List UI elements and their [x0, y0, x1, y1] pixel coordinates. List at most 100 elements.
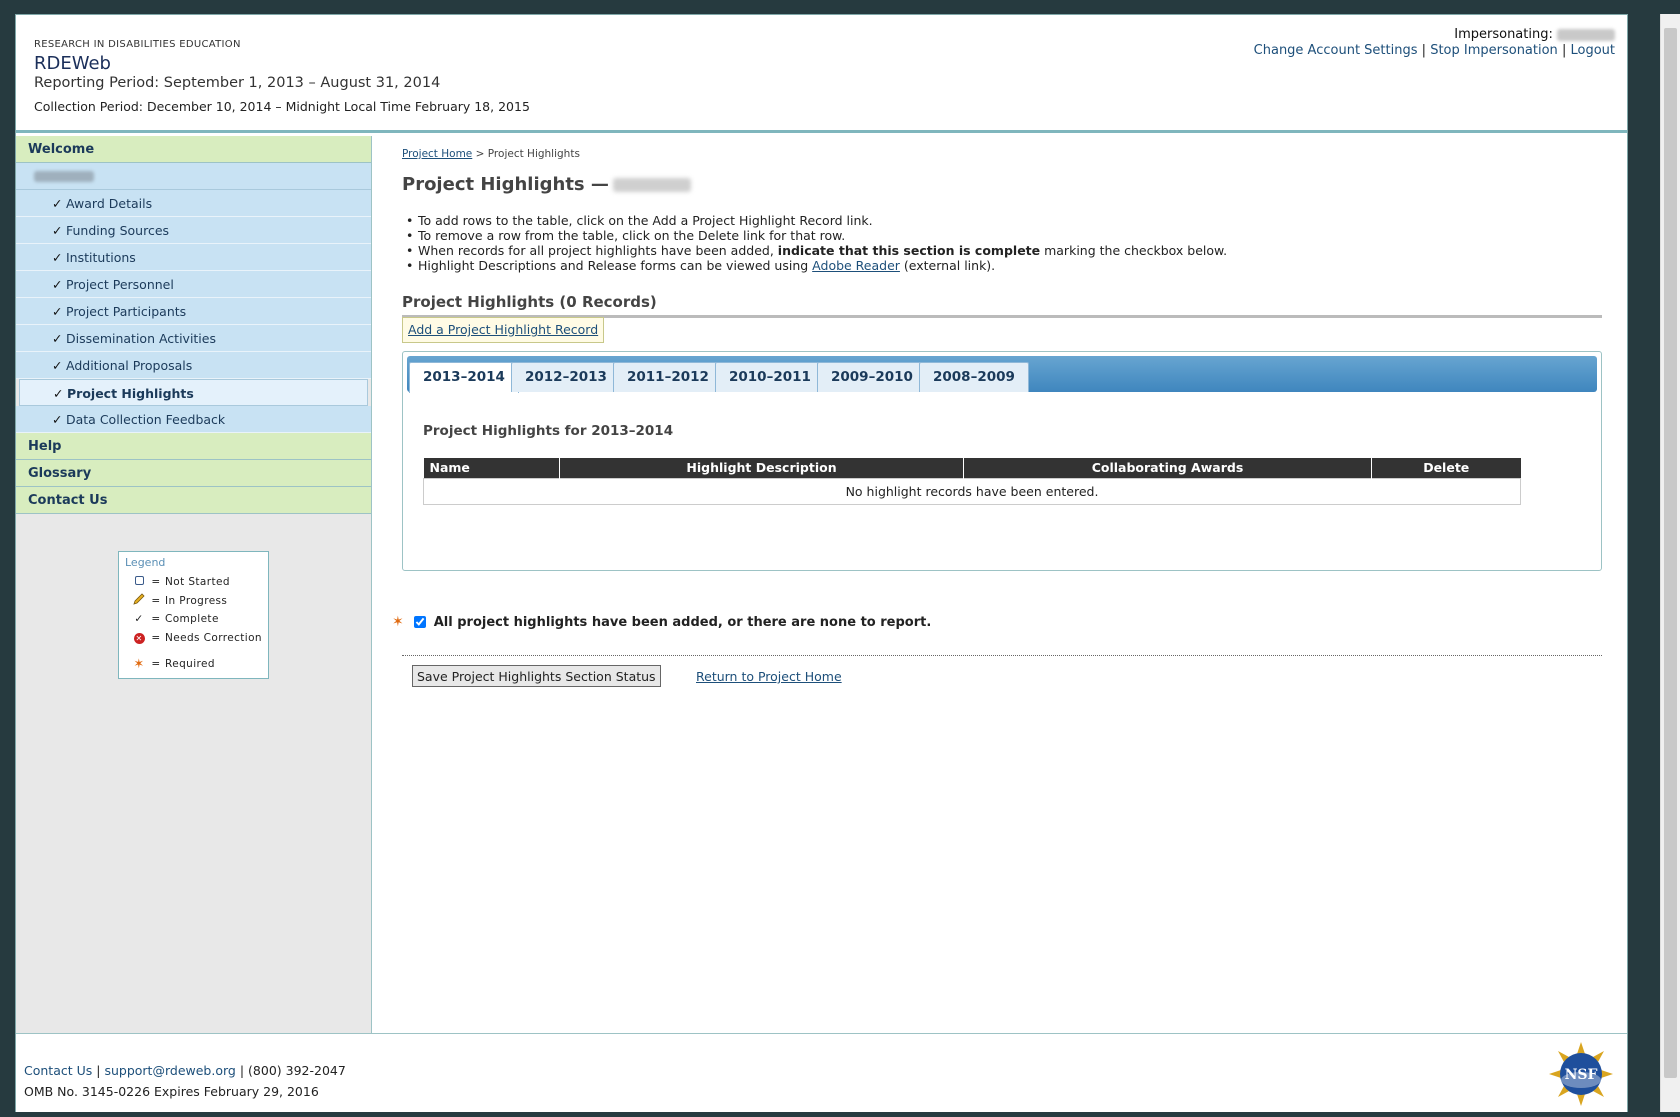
legend-in-progress: = In Progress	[125, 592, 262, 611]
column-header-highlight-description: Highlight Description	[559, 458, 964, 478]
empty-square-icon	[131, 576, 147, 588]
nav-item-data-collection-feedback[interactable]: ✓ Data Collection Feedback	[16, 406, 371, 433]
nav-project-redacted[interactable]	[16, 163, 371, 190]
legend-eq: =	[151, 658, 161, 671]
legend-label: Needs Correction	[165, 631, 262, 644]
collection-period: Collection Period: December 10, 2014 – M…	[34, 99, 530, 114]
breadcrumb-project-home[interactable]: Project Home	[402, 148, 472, 160]
instruction-item: To add rows to the table, click on the A…	[406, 213, 1227, 228]
nav-welcome[interactable]: Welcome	[16, 136, 371, 163]
tab-2009-2010[interactable]: 2009–2010	[817, 362, 927, 392]
nav-item-label: Dissemination Activities	[66, 331, 216, 346]
section-complete-checkbox[interactable]	[413, 616, 426, 628]
nav-item-additional-proposals[interactable]: ✓ Additional Proposals	[16, 352, 371, 379]
footer-contact: Contact Us | support@rdeweb.org | (800) …	[24, 1063, 346, 1078]
adobe-reader-link[interactable]: Adobe Reader	[812, 258, 900, 273]
nav-item-institutions[interactable]: ✓ Institutions	[16, 244, 371, 271]
legend-needs-correction: ✕ = Needs Correction	[125, 629, 262, 648]
records-heading: Project Highlights (0 Records)	[402, 293, 1602, 318]
section-complete-label: All project highlights have been added, …	[433, 614, 932, 630]
nav-contact-us[interactable]: Contact Us	[16, 487, 371, 514]
nav-item-project-personnel[interactable]: ✓ Project Personnel	[16, 271, 371, 298]
page-title-text: Project Highlights —	[402, 174, 609, 195]
nsf-logo-text: NSF	[1565, 1067, 1598, 1083]
nav-item-award-details[interactable]: ✓ Award Details	[16, 190, 371, 217]
check-icon: ✓	[134, 613, 144, 626]
nav-item-label: Funding Sources	[66, 223, 170, 238]
tab-2012-2013[interactable]: 2012–2013	[511, 362, 621, 392]
return-to-project-home-link[interactable]: Return to Project Home	[696, 669, 842, 684]
footer-email-link[interactable]: support@rdeweb.org	[104, 1063, 235, 1078]
instruction-item: Highlight Descriptions and Release forms…	[406, 258, 1227, 273]
vertical-scrollbar[interactable]	[1660, 14, 1680, 1112]
breadcrumb: Project Home > Project Highlights	[402, 148, 580, 160]
separator: |	[96, 1063, 101, 1078]
legend-label: In Progress	[165, 594, 228, 607]
instructions-list: To add rows to the table, click on the A…	[406, 213, 1227, 273]
nav-item-funding-sources[interactable]: ✓ Funding Sources	[16, 217, 371, 244]
footer-contact-link[interactable]: Contact Us	[24, 1063, 92, 1078]
pencil-icon	[131, 593, 147, 608]
nav-item-dissemination-activities[interactable]: ✓ Dissemination Activities	[16, 325, 371, 352]
check-icon: ✓	[52, 358, 63, 373]
legend: Legend = Not Started = In Progress ✓ = C…	[118, 551, 269, 679]
nav-item-label: Project Participants	[66, 304, 187, 319]
tab-2008-2009[interactable]: 2008–2009	[919, 362, 1029, 392]
instruction-text: marking the checkbox below.	[1040, 243, 1228, 258]
nav-help[interactable]: Help	[16, 433, 371, 460]
footer-phone: (800) 392-2047	[248, 1063, 346, 1078]
legend-eq: =	[151, 613, 161, 626]
year-tabs-panel: 2013–2014 2012–2013 2011–2012 2010–2011 …	[402, 351, 1602, 571]
legend-eq: =	[151, 576, 161, 589]
column-header-collaborating-awards: Collaborating Awards	[963, 458, 1372, 478]
scrollbar-thumb[interactable]	[1664, 28, 1677, 1078]
reporting-period: Reporting Period: September 1, 2013 – Au…	[34, 75, 441, 91]
footer: Contact Us | support@rdeweb.org | (800) …	[16, 1033, 1627, 1112]
check-icon: ✓	[52, 331, 63, 346]
separator: |	[239, 1063, 245, 1078]
instruction-text: To remove a row from the table, click on…	[418, 228, 846, 243]
error-x-icon: ✕	[133, 632, 145, 644]
check-icon: ✓	[52, 412, 63, 427]
separator: |	[1421, 43, 1427, 58]
page-title: Project Highlights —	[402, 174, 691, 195]
check-icon: ✓	[52, 223, 63, 238]
nav-item-project-participants[interactable]: ✓ Project Participants	[16, 298, 371, 325]
add-project-highlight-button[interactable]: Add a Project Highlight Record	[402, 317, 605, 343]
nav-item-label: Project Highlights	[67, 386, 194, 401]
footer-omb: OMB No. 3145-0226 Expires February 29, 2…	[24, 1084, 319, 1099]
check-icon: ✓	[53, 386, 64, 401]
save-section-status-button[interactable]: Save Project Highlights Section Status	[412, 665, 661, 687]
column-header-name: Name	[423, 458, 560, 478]
impersonating-label: Impersonating:	[1454, 27, 1553, 42]
instruction-item: When records for all project highlights …	[406, 243, 1227, 258]
change-account-settings-link[interactable]: Change Account Settings	[1254, 43, 1418, 58]
nav-item-project-highlights[interactable]: ✓ Project Highlights	[19, 379, 368, 406]
nav-glossary[interactable]: Glossary	[16, 460, 371, 487]
legend-required: ✶ = Required	[125, 655, 262, 674]
stop-impersonation-link[interactable]: Stop Impersonation	[1430, 43, 1558, 58]
logout-link[interactable]: Logout	[1570, 43, 1615, 58]
impersonating-info: Impersonating:	[1454, 27, 1615, 42]
header: RESEARCH IN DISABILITIES EDUCATION RDEWe…	[16, 15, 1627, 133]
breadcrumb-current: Project Highlights	[487, 148, 580, 160]
tab-2011-2012[interactable]: 2011–2012	[613, 362, 723, 392]
divider	[402, 655, 1602, 656]
instruction-text: (external link).	[899, 258, 996, 273]
legend-title: Legend	[125, 556, 166, 569]
breadcrumb-separator: >	[475, 148, 485, 160]
tab-2013-2014[interactable]: 2013–2014	[409, 362, 519, 393]
redacted-award-id	[612, 178, 691, 192]
nav-item-label: Additional Proposals	[66, 358, 193, 373]
page: RESEARCH IN DISABILITIES EDUCATION RDEWe…	[15, 14, 1628, 1112]
redacted-project-name	[34, 170, 94, 182]
impersonated-user-redacted	[1557, 28, 1615, 41]
tab-content-title: Project Highlights for 2013–2014	[423, 423, 674, 439]
highlights-table: Name Highlight Description Collaborating…	[423, 458, 1521, 505]
check-icon: ✓	[52, 196, 63, 211]
tab-2010-2011[interactable]: 2010–2011	[715, 362, 825, 392]
legend-label: Not Started	[165, 576, 230, 589]
legend-eq: =	[151, 594, 161, 607]
instruction-text: Highlight Descriptions and Release forms…	[418, 258, 813, 273]
nav-item-label: Institutions	[66, 250, 136, 265]
